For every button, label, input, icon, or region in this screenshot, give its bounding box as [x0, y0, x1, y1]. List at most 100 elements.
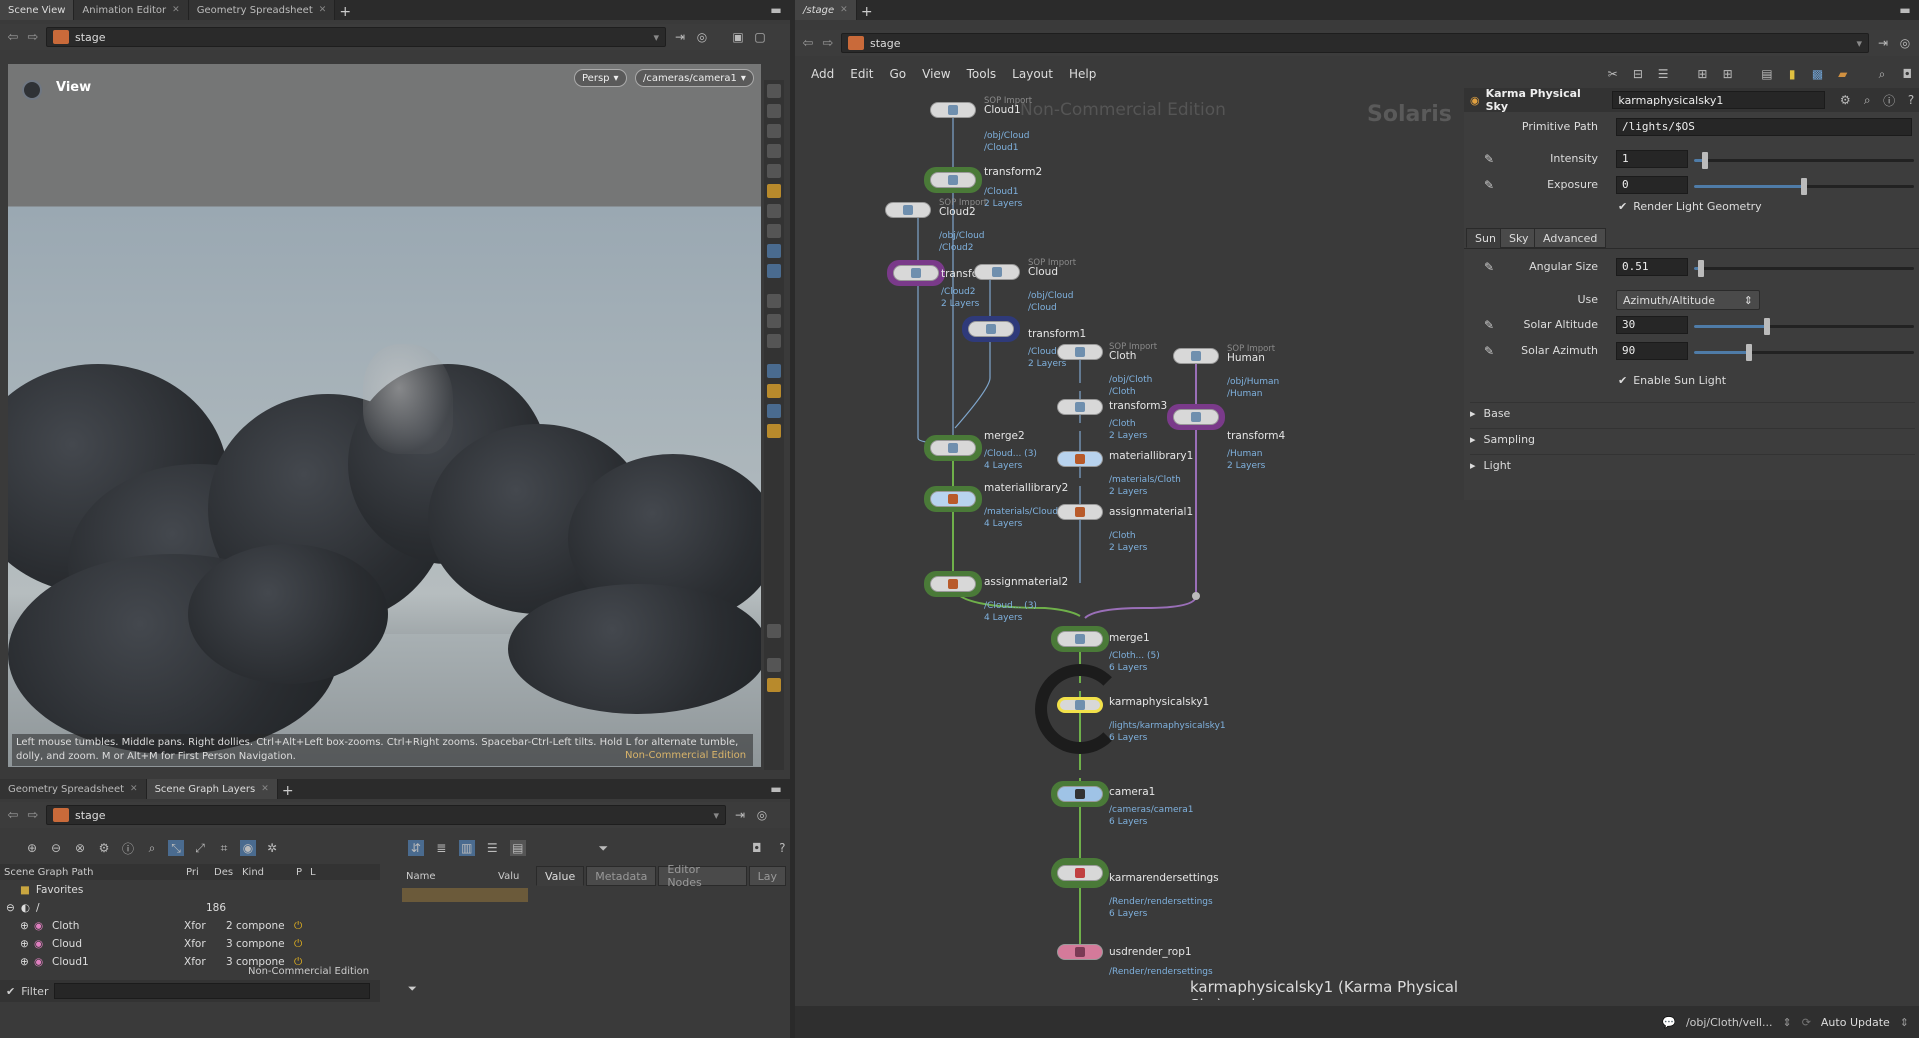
node-cloud[interactable] [974, 264, 1020, 280]
search-icon[interactable]: ⌕ [1859, 92, 1875, 108]
maximize-icon[interactable]: ▢ [752, 29, 768, 45]
folder-icon[interactable]: ▰ [1835, 66, 1850, 82]
forward-arrow-icon[interactable]: ⇨ [26, 30, 40, 45]
chevron-down-icon[interactable]: ▾ [713, 809, 719, 822]
network-path-field[interactable]: stage ▾ [841, 33, 1869, 53]
use-dropdown[interactable]: Azimuth/Altitude ⇕ [1616, 290, 1760, 310]
tool-icon[interactable] [767, 314, 781, 328]
tool-icon[interactable] [767, 224, 781, 238]
node-karmarendersettings[interactable] [1057, 865, 1103, 881]
info-icon[interactable] [767, 658, 781, 672]
speech-icon[interactable]: 💬 [1662, 1016, 1676, 1029]
root-row[interactable]: ⊖ ◐ / 186 [6, 899, 376, 917]
chevron-down-icon[interactable]: ▾ [653, 31, 659, 44]
bottom-path-field[interactable]: stage ▾ [46, 805, 726, 825]
tab-value[interactable]: Value [536, 866, 585, 886]
column-header[interactable]: Pri [186, 867, 214, 878]
table-row[interactable]: ⊕ ◉ Cloth Xfor 2 compone ⏻ [20, 917, 380, 935]
display-options-icon[interactable]: ▣ [730, 29, 746, 45]
column-header[interactable]: Valu [498, 871, 519, 882]
display-icon[interactable] [767, 404, 781, 418]
column-header[interactable]: Des [214, 867, 242, 878]
target-icon[interactable]: ◉ [240, 840, 256, 856]
expand-icon[interactable]: ⊗ [72, 840, 88, 856]
back-arrow-icon[interactable]: ⇦ [6, 808, 20, 823]
node-transform1[interactable] [968, 321, 1014, 337]
column-header[interactable]: Name [402, 871, 498, 882]
updown-icon[interactable]: ⇕ [1782, 1016, 1791, 1029]
lock-icon[interactable] [767, 124, 781, 138]
exposure-slider[interactable] [1694, 178, 1914, 195]
close-icon[interactable]: ✕ [172, 5, 180, 15]
node-transform-purple[interactable] [893, 265, 939, 281]
column-header[interactable]: P [296, 867, 310, 878]
back-arrow-icon[interactable]: ⇦ [801, 36, 815, 51]
primitive-path-field[interactable]: /lights/$OS [1616, 118, 1912, 136]
node-merge2[interactable] [930, 440, 976, 456]
intensity-slider[interactable] [1694, 152, 1914, 169]
tab-scene-graph-layers[interactable]: Scene Graph Layers ✕ [146, 779, 278, 799]
menu-tools[interactable]: Tools [967, 67, 997, 81]
help-icon[interactable]: ? [1903, 92, 1919, 108]
link-icon[interactable]: ◎ [694, 29, 710, 45]
camera-dropdown[interactable]: /cameras/camera1 ▾ [635, 69, 754, 87]
layout-icon[interactable]: ▤ [1759, 66, 1774, 82]
rows-icon[interactable]: ☰ [485, 840, 501, 856]
tool-icon[interactable] [767, 144, 781, 158]
column-header[interactable]: L [310, 867, 324, 878]
layer-row-selected[interactable] [402, 888, 528, 902]
info-icon[interactable]: ⓘ [1881, 92, 1897, 108]
folder-light[interactable]: ▸ Light [1470, 454, 1915, 476]
slider-knob[interactable] [1702, 152, 1708, 169]
display-icon[interactable] [767, 364, 781, 378]
node-human[interactable] [1173, 348, 1219, 364]
slider-knob[interactable] [1764, 318, 1770, 335]
snapshot-icon[interactable]: ◘ [749, 840, 765, 856]
node-assignmaterial2[interactable] [930, 576, 976, 592]
tab-metadata[interactable]: Metadata [586, 866, 657, 886]
tab-layers[interactable]: Lay [748, 866, 786, 886]
favorites-row[interactable]: ■ Favorites [20, 881, 83, 899]
close-icon[interactable]: ✕ [319, 5, 327, 15]
expand-icon[interactable]: ⊕ [20, 956, 34, 968]
node-cloud2[interactable] [885, 202, 931, 218]
image-icon[interactable]: ▩ [1810, 66, 1825, 82]
angular-size-field[interactable]: 0.51 [1616, 258, 1688, 276]
status-path[interactable]: /obj/Cloth/vell... [1686, 1016, 1773, 1029]
layer-icon[interactable]: ⇵ [408, 840, 424, 856]
menu-layout[interactable]: Layout [1012, 67, 1053, 81]
add-prim-icon[interactable]: ⊕ [24, 840, 40, 856]
node-transform3[interactable] [1057, 399, 1103, 415]
slider-knob[interactable] [1698, 260, 1704, 277]
collapse-icon[interactable]: ⊖ [48, 840, 64, 856]
node-transform2[interactable] [930, 172, 976, 188]
display-icon[interactable] [767, 424, 781, 438]
transform-icon[interactable]: ⤢ [192, 840, 208, 856]
camera-icon[interactable] [767, 244, 781, 258]
tab-scene-view[interactable]: Scene View [0, 0, 75, 20]
list-icon[interactable]: ≣ [434, 840, 450, 856]
node-materiallibrary1[interactable] [1057, 451, 1103, 467]
table-row[interactable]: ⊕ ◉ Cloud Xfor 3 compone ⏻ [20, 935, 380, 953]
folder-sampling[interactable]: ▸ Sampling [1470, 428, 1915, 450]
node-materiallibrary2[interactable] [930, 491, 976, 507]
scene-path-field[interactable]: stage ▾ [46, 27, 666, 47]
note-icon[interactable]: ▮ [1785, 66, 1800, 82]
tool-icon[interactable] [767, 294, 781, 308]
tools-icon[interactable]: ✂ [1605, 66, 1620, 82]
tab-geometry-spreadsheet[interactable]: Geometry Spreadsheet ✕ [0, 779, 147, 799]
refresh-icon[interactable]: ⟳ [1802, 1016, 1811, 1029]
link-icon[interactable]: ◎ [1897, 35, 1913, 51]
auto-update-mode[interactable]: Auto Update [1821, 1016, 1890, 1029]
tab-stage[interactable]: /stage ✕ [795, 0, 857, 20]
tab-advanced[interactable]: Advanced [1534, 228, 1607, 248]
power-icon[interactable]: ⏻ [294, 938, 302, 951]
pane-menu-icon[interactable]: ▬ [1897, 2, 1913, 18]
pane-menu-icon[interactable]: ▬ [768, 2, 784, 18]
menu-view[interactable]: View [922, 67, 950, 81]
intensity-field[interactable]: 1 [1616, 150, 1688, 168]
layer-filter-icon[interactable]: ⏷ [408, 982, 417, 996]
tab-sky[interactable]: Sky [1500, 228, 1538, 248]
node-usdrender-rop1[interactable] [1057, 944, 1103, 960]
filter-input[interactable] [54, 983, 370, 999]
